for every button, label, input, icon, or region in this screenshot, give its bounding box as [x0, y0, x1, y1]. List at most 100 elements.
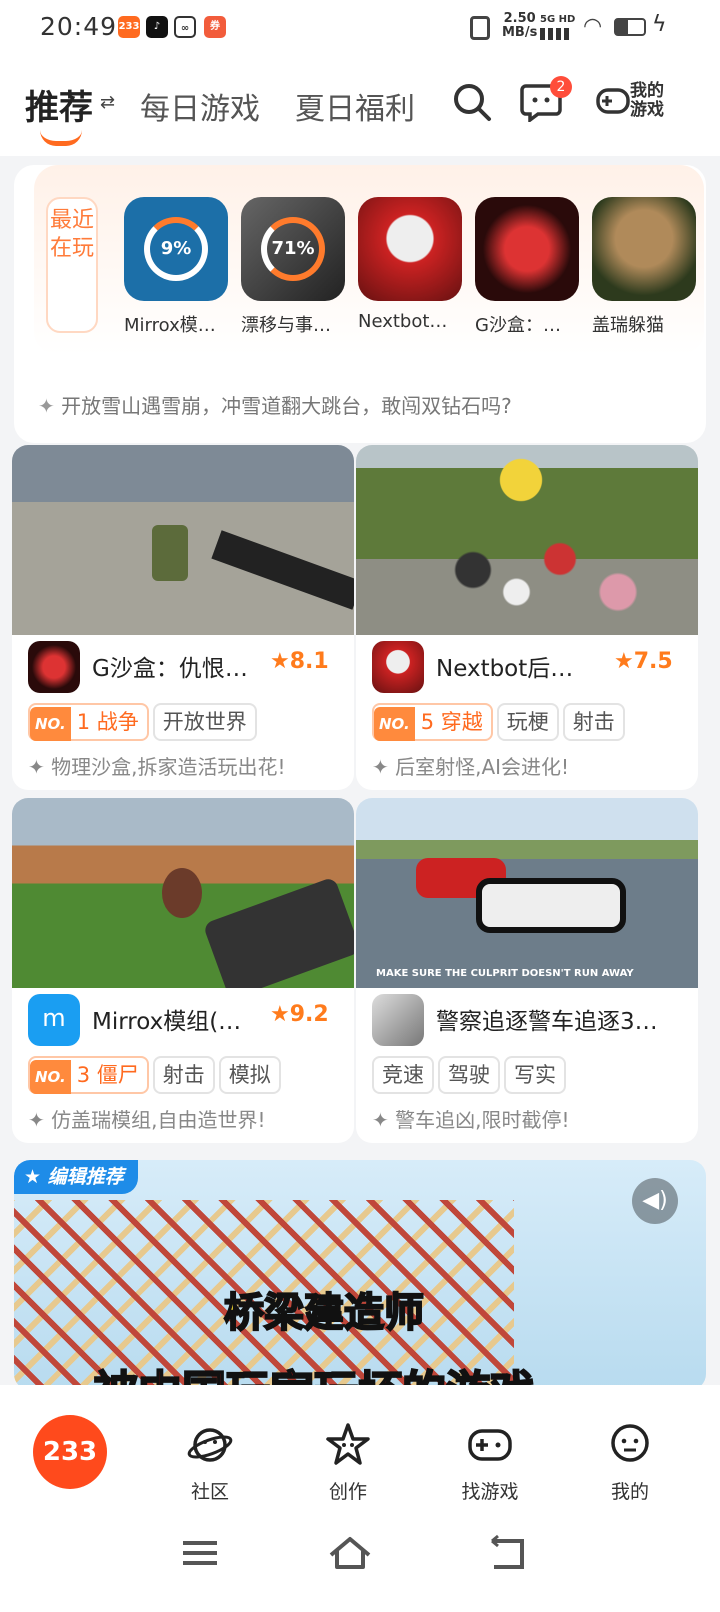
game-tags: NO. 5 穿越 玩梗 射击 [372, 703, 629, 741]
nav-home-233[interactable]: 233 [33, 1415, 107, 1489]
game-card[interactable]: MAKE SURE THE CULPRIT DOESN'T RUN AWAY 警… [356, 798, 698, 1143]
featured-title: 桥梁建造师 [223, 1289, 425, 1337]
tiktok-notification-icon: ♪ [146, 16, 168, 38]
game-rating: ★7.5 [614, 649, 673, 674]
nav-community[interactable]: 社区 [165, 1421, 255, 1504]
game-card[interactable]: m Mirrox模组(… ★9.2 NO. 3 僵尸 射击 模拟 ✦ 仿盖瑞模组,自由… [12, 798, 354, 1143]
nav-label: 我的 [610, 1481, 649, 1503]
link-notification-icon: ∞ [174, 16, 196, 38]
vibrate-icon [470, 16, 490, 40]
rank-tag[interactable]: NO. 1 战争 [28, 703, 149, 741]
tag[interactable]: 开放世界 [152, 703, 257, 741]
game-desc: ✦ 物理沙盒,拆家造活玩出花! [28, 755, 286, 779]
wifi-icon: ◠ [583, 14, 603, 39]
tag[interactable]: 射击 [562, 703, 625, 741]
drift-icon: 71% [241, 197, 345, 301]
battery-icon [614, 18, 646, 36]
face-icon [611, 1424, 649, 1462]
garry-hide-icon [592, 197, 696, 301]
recent-game-name: 盖瑞躲猫 [592, 315, 664, 336]
status-bar: 20:49 233 ♪ ∞ 券 2.50 MB/s 5G HD ◠ ϟ [0, 0, 720, 56]
app-233-notification-icon: 233 [118, 16, 140, 38]
recent-game-3[interactable]: Nextbot… [358, 197, 462, 332]
active-tab-indicator [40, 130, 82, 146]
tag[interactable]: 驾驶 [438, 1056, 500, 1094]
signal-label: 5G HD [540, 14, 576, 25]
recent-game-2[interactable]: 71% 漂移与事… [241, 197, 345, 337]
recent-game-name: Mirrox模… [124, 315, 216, 336]
game-icon: m [28, 994, 80, 1046]
switch-icon[interactable]: ⇄ [100, 92, 115, 113]
home-icon[interactable] [325, 1533, 375, 1573]
screenshot-caption: MAKE SURE THE CULPRIT DOESN'T RUN AWAY [376, 968, 634, 979]
tag[interactable]: 玩梗 [496, 703, 559, 741]
nav-label: 创作 [328, 1481, 367, 1503]
nav-me[interactable]: 我的 [585, 1421, 675, 1504]
progress-ring: 71% [261, 217, 325, 281]
game-rating: ★8.1 [270, 649, 329, 674]
nav-label: 社区 [190, 1481, 229, 1503]
game-screenshot [356, 445, 698, 635]
my-games-link[interactable]: 我的游戏 [630, 82, 670, 120]
top-tab-bar: 推荐 ⇄ 每日游戏 夏日福利 2 我的游戏 [0, 56, 720, 156]
rank-tag[interactable]: NO. 5 穿越 [372, 703, 493, 741]
tab-recommend[interactable]: 推荐 [25, 80, 93, 129]
game-desc: ✦ 仿盖瑞模组,自由造世界! [28, 1108, 266, 1132]
game-card[interactable]: Nextbot后… ★7.5 NO. 5 穿越 玩梗 射击 ✦ 后室射怪,AI会进化! [356, 445, 698, 790]
recent-game-5[interactable]: 盖瑞躲猫 [592, 197, 696, 337]
progress-ring: 9% [144, 217, 208, 281]
nav-find-games[interactable]: 找游戏 [445, 1421, 535, 1504]
gamepad-icon [468, 1429, 512, 1461]
net-speed: 2.50 MB/s [502, 11, 538, 40]
mirrox-icon: 9% [124, 197, 228, 301]
recent-tip: ✦ 开放雪山遇雪崩，冲雪道翻大跳台，敢闯双钻石吗? [38, 394, 512, 418]
tab-daily-games[interactable]: 每日游戏 [140, 84, 260, 128]
game-icon [372, 641, 424, 693]
nav-label: 找游戏 [461, 1481, 519, 1503]
bottom-nav: 233 社区 创作 找游戏 我的 [0, 1385, 720, 1612]
rank-tag[interactable]: NO. 3 僵尸 [28, 1056, 149, 1094]
game-tags: NO. 1 战争 开放世界 [28, 703, 261, 741]
editor-pick-badge: ★ 编辑推荐 [14, 1160, 138, 1194]
star-icon [326, 1423, 370, 1465]
tag[interactable]: 写实 [504, 1056, 566, 1094]
nextbot-icon [358, 197, 462, 301]
recent-game-name: 漂移与事… [241, 315, 331, 336]
game-rating: ★9.2 [270, 1002, 329, 1027]
game-name: Nextbot后… [436, 656, 574, 682]
charging-icon: ϟ [652, 12, 667, 37]
gsandbox-icon [475, 197, 579, 301]
tag[interactable]: 竞速 [372, 1056, 434, 1094]
game-desc: ✦ 警车追凶,限时截停! [372, 1108, 570, 1132]
game-icon [28, 641, 80, 693]
tab-summer-welfare[interactable]: 夏日福利 [295, 84, 415, 128]
app-notification-icon: 券 [204, 16, 226, 38]
recent-game-name: Nextbot… [358, 311, 448, 332]
signal-icon [540, 28, 570, 40]
featured-video-card[interactable]: ★ 编辑推荐 ◀) 桥梁建造师 被中国玩家玩坏的游戏 [14, 1160, 706, 1390]
tag[interactable]: 射击 [152, 1056, 215, 1094]
game-desc: ✦ 后室射怪,AI会进化! [372, 755, 570, 779]
game-screenshot [12, 798, 354, 988]
gamepad-icon[interactable] [596, 84, 630, 118]
game-screenshot [12, 445, 354, 635]
recent-label: 最近在玩 [46, 197, 98, 333]
nav-create[interactable]: 创作 [303, 1421, 393, 1504]
game-name: G沙盒：仇恨… [92, 656, 248, 682]
recent-game-name: G沙盒：… [475, 315, 561, 336]
game-tags: 竞速 驾驶 写实 [372, 1056, 570, 1094]
recent-game-4[interactable]: G沙盒：… [475, 197, 579, 337]
recent-game-1[interactable]: 9% Mirrox模… [124, 197, 228, 337]
game-screenshot: MAKE SURE THE CULPRIT DOESN'T RUN AWAY [356, 798, 698, 988]
mute-icon[interactable]: ◀) [632, 1178, 678, 1224]
planet-icon [187, 1428, 233, 1462]
game-tags: NO. 3 僵尸 射击 模拟 [28, 1056, 285, 1094]
search-icon[interactable] [452, 82, 492, 122]
game-name: Mirrox模组(… [92, 1009, 242, 1035]
back-icon[interactable] [482, 1533, 532, 1573]
game-card[interactable]: G沙盒：仇恨… ★8.1 NO. 1 战争 开放世界 ✦ 物理沙盒,拆家造活玩出花! [12, 445, 354, 790]
tag[interactable]: 模拟 [218, 1056, 281, 1094]
game-name: 警察追逐警车追逐3… [436, 1009, 658, 1035]
menu-icon[interactable] [175, 1533, 225, 1573]
game-icon [372, 994, 424, 1046]
